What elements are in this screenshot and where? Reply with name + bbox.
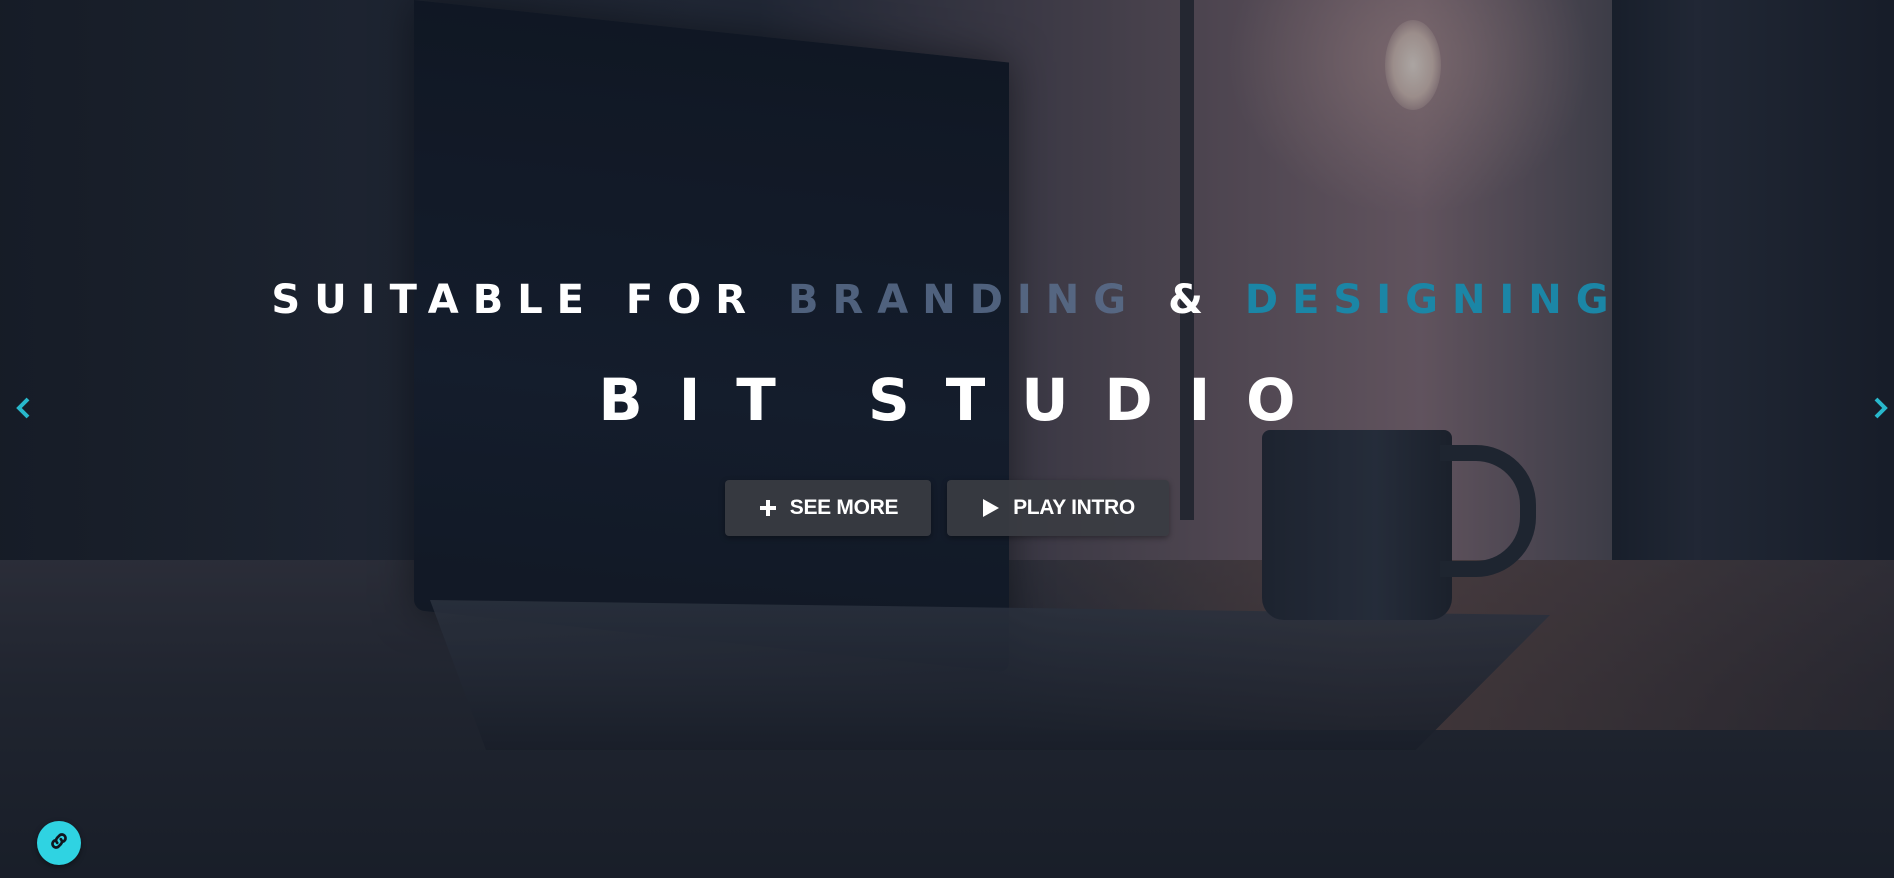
- hero-subtitle-ampersand: &: [1168, 277, 1217, 323]
- play-icon: [981, 498, 1001, 518]
- hero-title: BIT STUDIO: [598, 366, 1332, 434]
- play-intro-label: PLAY INTRO: [1013, 496, 1135, 519]
- see-more-label: SEE MORE: [789, 496, 899, 519]
- carousel-next-button[interactable]: [1866, 395, 1894, 425]
- hero-subtitle-word-designing: DESIGNING: [1244, 277, 1623, 323]
- see-more-button[interactable]: SEE MORE: [725, 480, 931, 536]
- hero-background-image: [0, 0, 1894, 878]
- plus-icon: [758, 498, 778, 518]
- chevron-left-icon: [15, 397, 31, 424]
- hero-subtitle: SUITABLE FOR BRANDING & DESIGNING: [0, 270, 1894, 330]
- hero-subtitle-lead: SUITABLE FOR: [271, 277, 761, 323]
- chevron-right-icon: [1873, 397, 1889, 424]
- hero-actions: SEE MORE PLAY INTRO: [0, 480, 1894, 536]
- link-icon: [48, 830, 70, 857]
- hero-subtitle-word-branding: BRANDING: [788, 277, 1141, 323]
- link-fab-button[interactable]: [37, 821, 81, 865]
- carousel-prev-button[interactable]: [8, 395, 38, 425]
- play-intro-button[interactable]: PLAY INTRO: [947, 480, 1169, 536]
